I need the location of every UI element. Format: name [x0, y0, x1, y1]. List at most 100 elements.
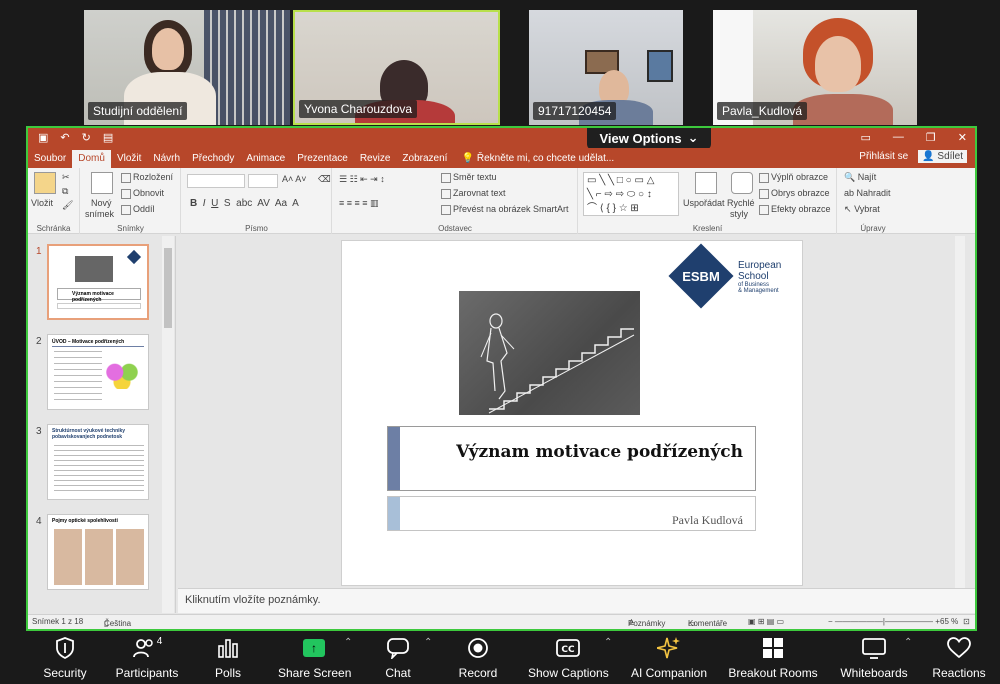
view-buttons[interactable]: ▣ ⊞ ▤ ▭ [748, 617, 784, 626]
participants-button[interactable]: 4 Participants [112, 634, 182, 681]
start-slideshow-icon[interactable]: ▤ [103, 131, 113, 144]
format-painter-icon[interactable]: 🖌 [62, 200, 73, 211]
redo-icon[interactable]: ↻ [82, 131, 91, 144]
ribbon-options-icon[interactable]: ▭ [861, 131, 871, 144]
ai-companion-button[interactable]: AI Companion [630, 634, 708, 680]
video-tile-4[interactable]: Pavla_Kudlová [713, 10, 917, 125]
shape-effects-button[interactable]: Efekty obrazce [759, 204, 831, 215]
share-screen-button[interactable]: ↑ Share Screen [278, 634, 351, 680]
shapes-gallery[interactable]: ▭ ╲ ╲ □ ○ ▭ △ ╲ ⌐ ⇨ ⇨ ⬭ ○ ↕ ⌒ ⟨ { } ☆ ⊞ [583, 172, 679, 216]
slide-thumbnail-3[interactable]: Struktúrnost výukové techniky pobaviskov… [47, 424, 149, 500]
participant-name: 91717120454 [533, 102, 617, 120]
thumb-number: 3 [36, 426, 42, 437]
video-tile-3[interactable]: 91717120454 [529, 10, 683, 125]
breakout-rooms-button[interactable]: Breakout Rooms [728, 634, 818, 680]
text-style-buttons[interactable]: B I U S abc AV Aa A [190, 198, 299, 209]
tab-transitions[interactable]: Přechody [186, 150, 240, 168]
share-button[interactable]: 👤 Sdílet [918, 150, 967, 163]
current-slide[interactable]: ESBM European School of Business & Manag… [341, 240, 803, 586]
share-options-caret[interactable]: ⌃ [344, 637, 352, 648]
polls-button[interactable]: Polls [208, 634, 248, 680]
tell-me-search[interactable]: 💡 Řekněte mi, co chcete udělat... [453, 150, 620, 168]
slide-thumbnails[interactable]: 1 Význam motivace podřízených 2 ÚVOD – M… [28, 236, 176, 613]
chat-button[interactable]: Chat [380, 634, 416, 680]
tab-design[interactable]: Návrh [147, 150, 186, 168]
replace-button[interactable]: ab Nahradit [844, 188, 891, 198]
quick-styles-button-line2[interactable]: styly [730, 209, 748, 219]
tab-home[interactable]: Domů [72, 150, 111, 168]
grow-font-icon[interactable]: A˄ A˅ [282, 174, 307, 184]
arrange-button[interactable]: Uspořádat [683, 198, 725, 208]
paste-button[interactable]: Vložit [31, 198, 53, 208]
video-tile-2[interactable]: Yvona Charouzdova [293, 10, 500, 125]
svg-text:CC: CC [561, 645, 575, 655]
subtitle-placeholder[interactable]: Pavla Kudlová [387, 496, 756, 531]
tab-review[interactable]: Revize [354, 150, 397, 168]
fit-slide-icon[interactable]: ⊡ [963, 617, 970, 626]
notes-pane[interactable]: Kliknutím vložíte poznámky. [178, 588, 975, 613]
layout-button[interactable]: Rozložení [121, 172, 173, 183]
slide-scrollbar[interactable] [955, 236, 965, 588]
select-button[interactable]: ↖ Vybrat [844, 204, 880, 215]
shape-outline-button[interactable]: Obrys obrazce [759, 188, 830, 199]
title-placeholder[interactable]: Význam motivace podřízených [387, 426, 756, 491]
tab-file[interactable]: Soubor [28, 150, 72, 168]
quick-styles-icon[interactable] [731, 172, 753, 194]
whiteboards-button[interactable]: Whiteboards [838, 634, 910, 680]
text-direction-button[interactable]: Směr textu [441, 172, 497, 183]
copy-icon[interactable]: ⧉ [62, 186, 68, 197]
reset-button[interactable]: Obnovit [121, 188, 164, 199]
video-tile-1[interactable]: Studijní oddělení [84, 10, 290, 125]
slide-thumbnail-1[interactable]: Význam motivace podřízených [47, 244, 149, 320]
save-icon[interactable]: ▣ [38, 131, 48, 144]
record-button[interactable]: Record [456, 634, 500, 680]
minimize-icon[interactable]: — [893, 131, 904, 144]
zoom-slider[interactable]: − ——————|—————— + [828, 617, 940, 626]
tab-slideshow[interactable]: Prezentace [291, 150, 354, 168]
thumb-number: 4 [36, 516, 42, 527]
wall-picture [647, 50, 673, 82]
align-buttons[interactable]: ≡ ≡ ≡ ≡ ▥ [339, 198, 379, 209]
tab-animations[interactable]: Animace [240, 150, 291, 168]
captions-options-caret[interactable]: ⌃ [604, 637, 612, 648]
security-button[interactable]: Security [39, 634, 91, 680]
font-name-select[interactable] [187, 174, 245, 188]
close-icon[interactable]: ✕ [958, 131, 967, 144]
scrollbar-thumb[interactable] [164, 248, 172, 328]
arrange-icon[interactable] [695, 172, 717, 194]
new-slide-icon[interactable] [91, 172, 113, 194]
find-button[interactable]: 🔍 Najít [844, 172, 876, 183]
paste-icon[interactable] [34, 172, 56, 194]
cut-icon[interactable]: ✂ [62, 172, 70, 183]
slide-thumbnail-4[interactable]: Pojmy optické spolehlivosti [47, 514, 149, 590]
undo-icon[interactable]: ↶ [60, 131, 69, 144]
slide-canvas[interactable]: ESBM European School of Business & Manag… [178, 236, 965, 588]
new-slide-button-line2[interactable]: snímek [85, 209, 114, 219]
zoom-level[interactable]: 65 % [940, 617, 958, 626]
smartart-button[interactable]: Převést na obrázek SmartArt [441, 204, 569, 215]
whiteboards-options-caret[interactable]: ⌃ [904, 637, 912, 648]
chevron-down-icon: ⌄ [687, 130, 699, 145]
slide-thumbnail-2[interactable]: ÚVOD – Motivace podřízených [47, 334, 149, 410]
tab-insert[interactable]: Vložit [111, 150, 147, 168]
section-button[interactable]: Oddíl [121, 204, 155, 215]
reactions-button[interactable]: Reactions [930, 634, 988, 680]
align-text-button[interactable]: Zarovnat text [441, 188, 506, 199]
sign-in-link[interactable]: Přihlásit se [859, 151, 908, 162]
list-buttons[interactable]: ☰ ☷ ⇤ ⇥ ↕ [339, 174, 385, 185]
shape-fill-button[interactable]: Výplň obrazce [759, 172, 828, 183]
view-options-button[interactable]: View Options ⌄ [587, 128, 711, 150]
maximize-icon[interactable]: ❐ [926, 131, 936, 144]
font-size-select[interactable] [248, 174, 278, 188]
shared-screen[interactable]: ▣ ↶ ↻ ▤ ▭ — ❐ ✕ View Options ⌄ Soubor Do… [26, 126, 977, 631]
group-clipboard: Vložit ✂ ⧉ 🖌 Schránka [28, 168, 80, 234]
clear-format-icon[interactable]: ⌫ [318, 174, 331, 185]
new-slide-button[interactable]: Nový [91, 198, 112, 208]
captions-button[interactable]: CC Show Captions [528, 634, 609, 680]
stairs-image[interactable] [459, 291, 640, 415]
tab-view[interactable]: Zobrazení [396, 150, 453, 168]
thumbnails-scrollbar[interactable] [162, 236, 174, 613]
quick-styles-button[interactable]: Rychlé [727, 198, 755, 208]
chat-options-caret[interactable]: ⌃ [424, 637, 432, 648]
thumb-bubbles [104, 361, 140, 389]
